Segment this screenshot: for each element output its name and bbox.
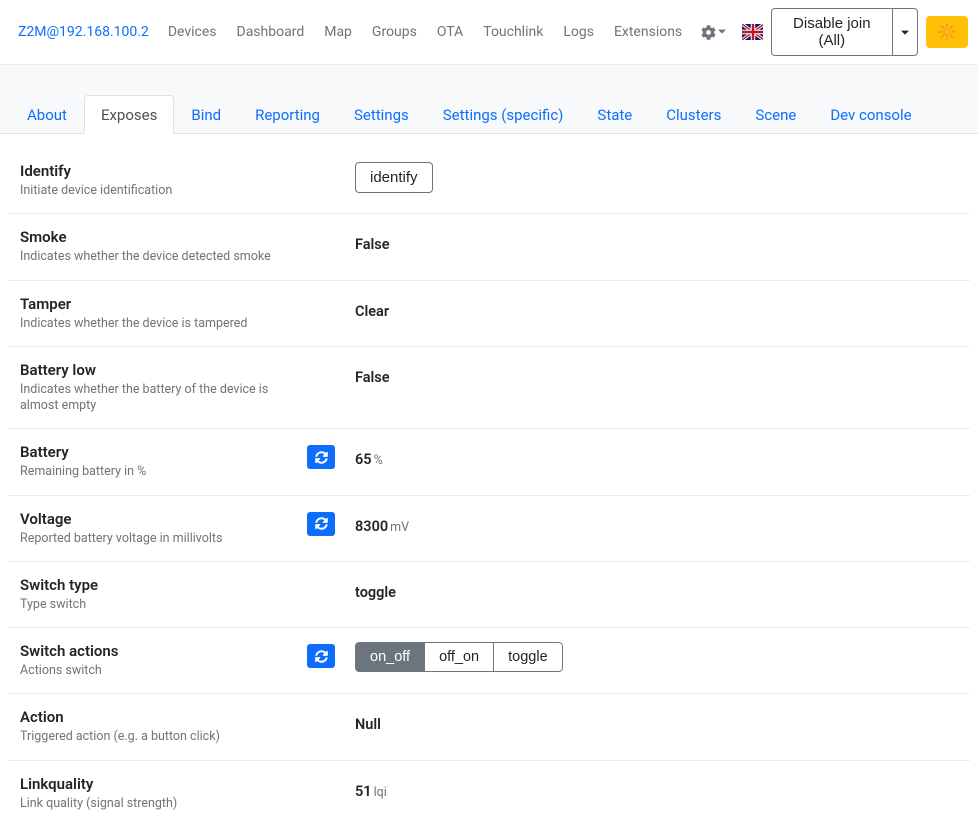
voltage-unit: mV [390,520,409,535]
action-value: Null [355,716,381,733]
uk-flag-icon [742,24,762,40]
row-title: Voltage [20,510,300,528]
row-desc: Indicates whether the device is tampered [20,316,300,332]
theme-toggle-button[interactable]: 🔆 [926,16,968,48]
row-label: Linkquality Link quality (signal strengt… [20,775,300,812]
nav-devices[interactable]: Devices [159,18,226,46]
nav-dashboard[interactable]: Dashboard [228,18,314,46]
nav-logs[interactable]: Logs [554,18,603,46]
tab-clusters[interactable]: Clusters [649,95,738,134]
battery-value: 65 [355,451,372,468]
tabs: About Exposes Bind Reporting Settings Se… [0,65,978,134]
refresh-voltage-button[interactable] [307,512,335,536]
nav-groups[interactable]: Groups [363,18,426,46]
row-linkquality: Linkquality Link quality (signal strengt… [8,761,970,826]
row-label: Switch type Type switch [20,576,300,613]
tamper-value: Clear [355,303,389,320]
row-battery-low: Battery low Indicates whether the batter… [8,347,970,430]
row-battery: Battery Remaining battery in % 65% [8,429,970,495]
refresh-battery-button[interactable] [307,445,335,469]
row-title: Action [20,708,300,726]
row-title: Tamper [20,295,300,313]
refresh-icon [315,517,328,530]
row-desc: Type switch [20,597,300,613]
row-desc: Actions switch [20,663,300,679]
tab-reporting[interactable]: Reporting [238,95,337,134]
nav-right: Disable join (All) 🔆 [693,8,968,56]
brand[interactable]: Z2M@192.168.100.2 [10,18,157,46]
linkquality-unit: lqi [374,785,387,800]
row-identify: Identify Initiate device identification … [8,134,970,214]
row-label: Switch actions Actions switch [20,642,300,679]
row-label: Voltage Reported battery voltage in mill… [20,510,300,547]
tab-bind[interactable]: Bind [174,95,238,134]
nav-extensions[interactable]: Extensions [605,18,691,46]
row-label: Battery low Indicates whether the batter… [20,361,300,415]
row-desc: Initiate device identification [20,183,300,199]
nav-ota[interactable]: OTA [428,18,472,46]
row-desc: Triggered action (e.g. a button click) [20,729,300,745]
row-title: Switch actions [20,642,300,660]
voltage-value: 8300 [355,518,388,535]
refresh-icon [315,650,328,663]
navbar: Z2M@192.168.100.2 Devices Dashboard Map … [0,0,978,65]
linkquality-value: 51 [355,783,372,800]
switch-action-toggle[interactable]: toggle [493,642,563,672]
tab-about[interactable]: About [10,95,84,134]
row-title: Smoke [20,228,300,246]
row-desc: Indicates whether the device detected sm… [20,249,300,265]
nav-map[interactable]: Map [315,18,361,46]
tab-state[interactable]: State [580,95,649,134]
switch-type-value: toggle [355,584,396,601]
chevron-down-icon [718,28,726,36]
row-desc: Remaining battery in % [20,464,300,480]
row-title: Battery [20,443,300,461]
settings-dropdown[interactable] [693,19,734,46]
row-title: Linkquality [20,775,300,793]
tab-settings-specific[interactable]: Settings (specific) [426,95,581,134]
row-desc: Reported battery voltage in millivolts [20,531,300,547]
battery-unit: % [374,453,383,468]
row-title: Identify [20,162,300,180]
row-label: Action Triggered action (e.g. a button c… [20,708,300,745]
row-label: Smoke Indicates whether the device detec… [20,228,300,265]
row-switch-type: Switch type Type switch toggle [8,562,970,628]
switch-action-on-off[interactable]: on_off [355,642,425,672]
tab-settings[interactable]: Settings [337,95,426,134]
language-flag[interactable] [742,24,762,40]
gear-icon [701,25,716,40]
chevron-down-icon [901,30,909,36]
disable-join-button[interactable]: Disable join (All) [771,8,894,56]
tab-dev-console[interactable]: Dev console [813,95,928,134]
row-smoke: Smoke Indicates whether the device detec… [8,214,970,280]
tab-scene[interactable]: Scene [738,95,813,134]
sun-icon: 🔆 [937,24,957,41]
switch-action-off-on[interactable]: off_on [424,642,494,672]
row-action: Action Triggered action (e.g. a button c… [8,694,970,760]
row-title: Switch type [20,576,300,594]
row-desc: Indicates whether the battery of the dev… [20,382,300,415]
row-title: Battery low [20,361,300,379]
row-label: Identify Initiate device identification [20,162,300,199]
row-label: Tamper Indicates whether the device is t… [20,295,300,332]
disable-join-dropdown[interactable] [893,8,918,56]
refresh-icon [315,451,328,464]
battery-low-value: False [355,369,390,386]
identify-button[interactable]: identify [355,162,433,193]
switch-actions-group: on_off off_on toggle [355,642,563,672]
row-switch-actions: Switch actions Actions switch on_off off… [8,628,970,694]
tab-exposes[interactable]: Exposes [84,95,174,134]
row-tamper: Tamper Indicates whether the device is t… [8,281,970,347]
row-voltage: Voltage Reported battery voltage in mill… [8,496,970,562]
nav-touchlink[interactable]: Touchlink [474,18,552,46]
exposes-content: Identify Initiate device identification … [8,134,970,826]
smoke-value: False [355,236,390,253]
refresh-switch-actions-button[interactable] [307,644,335,668]
disable-join-group: Disable join (All) [771,8,919,56]
row-label: Battery Remaining battery in % [20,443,300,480]
